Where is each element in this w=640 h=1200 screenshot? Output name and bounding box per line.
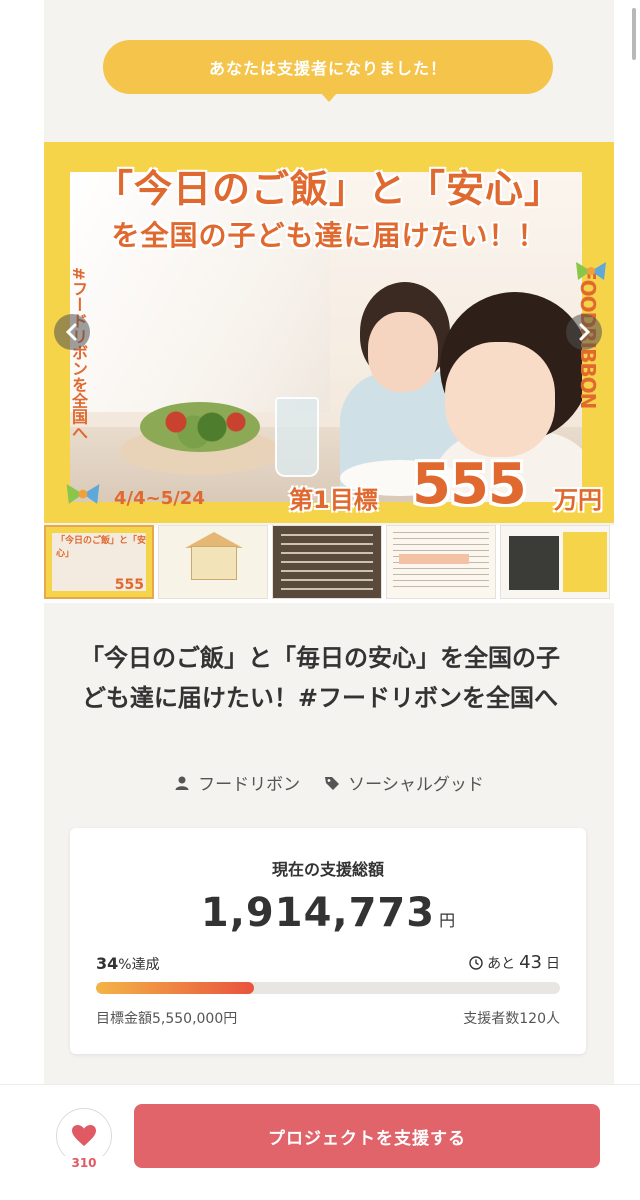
supporter-banner-text: あなたは支援者になりました！ [208, 59, 447, 78]
hero-hashtag: #フードリボンを全国へ [69, 267, 88, 441]
funding-amount-value: 1,914,773 [200, 890, 436, 936]
banner-tail [320, 92, 338, 102]
photo-child-face [445, 342, 555, 457]
owner-link[interactable]: フードリボン [174, 770, 300, 795]
support-project-button[interactable]: プロジェクトを支援する [134, 1104, 600, 1168]
thumbnail-text-block [281, 534, 373, 590]
footer-divider [0, 1084, 640, 1085]
funding-amount: 1,914,773 円 [70, 890, 586, 936]
owner-name: フードリボン [198, 775, 301, 795]
chevron-right-icon [579, 323, 591, 341]
thumbnail-title: 「今日のご飯」と「安心」 [56, 536, 147, 559]
funding-label: 現在の支援総額 [271, 860, 384, 879]
clock-icon [469, 955, 483, 970]
hero-goal-unit: 万円 [554, 486, 602, 514]
hero-bottom-bar: 4/4~5/24 第1目標 555 万円 [44, 452, 614, 520]
thumbnail-2[interactable] [158, 525, 268, 599]
days-value: 43 [519, 952, 542, 973]
project-meta: フードリボン ソーシャルグッド [44, 770, 614, 795]
thumbnail-strip: 「今日のご飯」と「安心」 555 [44, 525, 614, 603]
carousel-next-button[interactable] [566, 314, 602, 350]
achievement-percent: 34%達成 [96, 954, 160, 974]
supporter-banner: あなたは支援者になりました！ [103, 40, 553, 94]
funding-progress-bar [96, 982, 560, 994]
ribbon-bow-icon [66, 484, 100, 504]
funding-amount-unit: 円 [439, 911, 456, 930]
days-remaining: あと 43 日 [469, 952, 560, 973]
heart-icon [72, 1125, 96, 1146]
thumbnail-5[interactable] [500, 525, 610, 599]
thumbnail-photo [509, 536, 559, 590]
hero-goal-number: 555 [412, 452, 527, 517]
hero-title-line1: 「今日のご飯」と「安心」 [94, 167, 563, 211]
photo-salad [140, 402, 260, 452]
thumbnail-highlight [399, 554, 469, 564]
project-title: 「今日のご飯」と「毎日の安心」を全国の子ども達に届けたい！#フードリボンを全国へ [80, 644, 560, 712]
scrollbar[interactable] [632, 8, 636, 60]
funding-progress-fill [96, 982, 254, 994]
hero-image[interactable]: 「今日のご飯」と「安心」 を全国の子ども達に届けたい！！ #フードリボンを全国へ… [44, 142, 614, 523]
thumbnail-illustration [191, 546, 237, 580]
achievement-percent-suffix: %達成 [118, 957, 160, 973]
carousel-prev-button[interactable] [54, 314, 90, 350]
thumbnail-goal: 555 [114, 577, 144, 593]
chevron-left-icon [65, 323, 77, 341]
tag-icon [325, 776, 340, 790]
thumbnail-panel [563, 532, 607, 592]
goal-amount: 目標金額5,550,000円 [96, 1011, 238, 1027]
hero-title-line2: を全国の子ども達に届けたい！！ [111, 219, 547, 252]
thumbnail-4[interactable] [386, 525, 496, 599]
foodribbon-logo-text: FOODRIBBON [572, 267, 600, 437]
photo-child-face [368, 312, 438, 392]
category-link[interactable]: ソーシャルグッド [324, 770, 484, 795]
hero-goal-label: 第1目標 [289, 486, 378, 514]
thumbnail-1[interactable]: 「今日のご飯」と「安心」 555 [44, 525, 154, 599]
person-icon [175, 776, 189, 790]
days-unit: 日 [546, 955, 560, 972]
favorite-count: 310 [56, 1156, 112, 1170]
supporter-count: 支援者数120人 [463, 1011, 560, 1027]
ribbon-bow-icon [576, 262, 606, 280]
thumbnail-3[interactable] [272, 525, 382, 599]
category-name: ソーシャルグッド [348, 775, 484, 795]
days-prefix: あと [487, 955, 516, 972]
hero-dates: 4/4~5/24 [114, 488, 205, 509]
funding-stats-card: 現在の支援総額 1,914,773 円 34%達成 あと 43 日 目標金額5,550… [70, 828, 586, 1054]
achievement-percent-value: 34 [96, 954, 119, 973]
